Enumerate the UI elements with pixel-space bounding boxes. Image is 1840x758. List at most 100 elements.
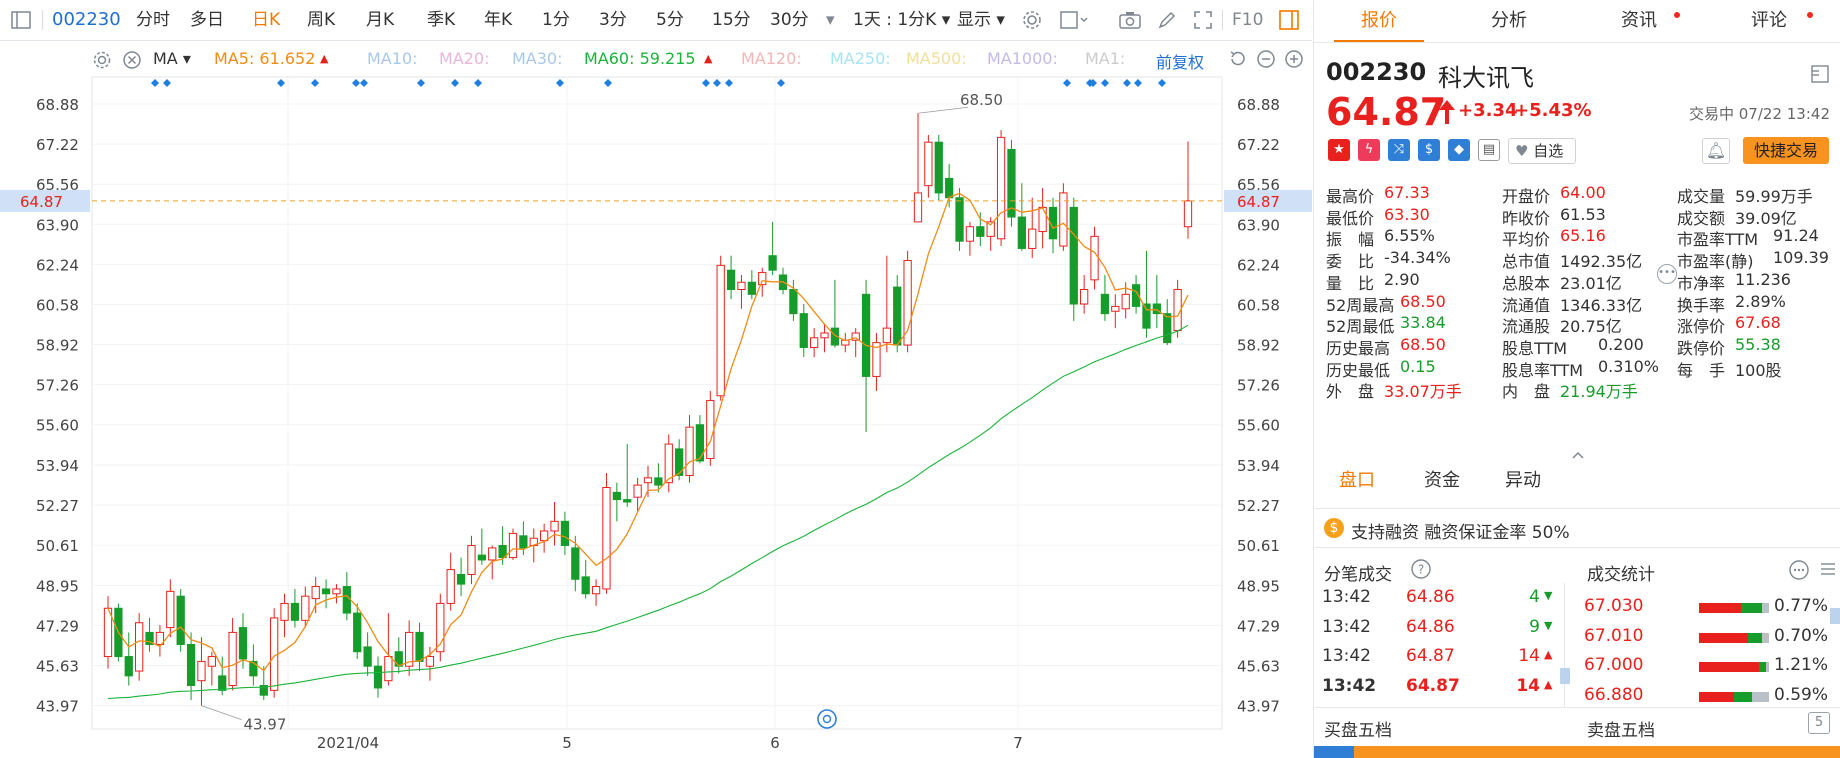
- fullscreen-icon[interactable]: [1192, 9, 1214, 31]
- candle-body: [581, 576, 590, 595]
- volstat-title: 成交统计: [1587, 565, 1655, 585]
- event-marker-icon[interactable]: [474, 79, 482, 87]
- quick-trade-button[interactable]: 快捷交易: [1743, 137, 1829, 164]
- tab-analysis[interactable]: 分析: [1444, 0, 1574, 42]
- event-marker-icon[interactable]: [360, 79, 368, 87]
- period-tab[interactable]: 季K: [427, 0, 455, 40]
- volstat-neutral-bar: [1751, 691, 1769, 702]
- stat-value: 20.75亿: [1560, 317, 1622, 337]
- stat-label: 振 幅: [1326, 230, 1375, 250]
- y-tick-label-right: 45.63: [1237, 657, 1280, 675]
- sidebar-toggle-icon[interactable]: [10, 9, 32, 31]
- event-marker-icon[interactable]: [604, 79, 612, 87]
- subtab-anomaly[interactable]: 异动: [1505, 466, 1541, 492]
- period-tab[interactable]: 30分: [770, 0, 809, 40]
- event-marker-icon[interactable]: [311, 79, 319, 87]
- five-levels-toggle-icon[interactable]: 5: [1808, 712, 1830, 734]
- event-marker-icon[interactable]: [777, 79, 785, 87]
- svg-text:?: ?: [1418, 563, 1424, 577]
- lightning-icon[interactable]: ϟ: [1358, 139, 1380, 161]
- candle-body: [996, 136, 1006, 240]
- x-tick-label: 2021/04: [317, 734, 379, 752]
- volstat-scrollbar[interactable]: [1830, 608, 1840, 624]
- stat-label: 52周最高: [1326, 295, 1395, 315]
- event-marker-icon[interactable]: [277, 79, 285, 87]
- event-marker-icon[interactable]: [163, 79, 171, 87]
- candle-body: [1142, 303, 1151, 329]
- x-tick-label: 5: [562, 734, 572, 752]
- candle-body: [820, 332, 829, 339]
- draw-pen-icon[interactable]: [1156, 9, 1178, 31]
- subtab-capital[interactable]: 资金: [1424, 466, 1460, 492]
- shuffle-icon[interactable]: ⤨: [1388, 139, 1410, 161]
- alert-bell-icon[interactable]: 🔔︎: [1702, 138, 1730, 164]
- tag-icon[interactable]: ◆: [1448, 139, 1470, 161]
- stat-label: 52周最低: [1326, 317, 1395, 337]
- tab-comments[interactable]: 评论: [1704, 0, 1834, 42]
- event-marker-icon[interactable]: [702, 79, 710, 87]
- event-marker-icon[interactable]: [352, 79, 360, 87]
- f10-button[interactable]: F10: [1232, 0, 1263, 40]
- y-tick-label-left: 52.27: [36, 497, 79, 515]
- tab-quote[interactable]: 报价: [1314, 0, 1444, 42]
- event-marker-icon[interactable]: [1063, 79, 1071, 87]
- y-tick-label-right: 55.60: [1237, 417, 1280, 435]
- tick-price: 64.87: [1406, 675, 1460, 696]
- tick-down-arrow-icon: ▼: [1544, 618, 1553, 632]
- period-tab[interactable]: 1分: [542, 0, 570, 40]
- ma5-line: [107, 192, 1189, 672]
- volstat-pct: 0.70%: [1774, 625, 1829, 646]
- stat-value: 6.55%: [1384, 226, 1435, 246]
- period-tab[interactable]: 日K: [252, 0, 280, 40]
- dollar-icon[interactable]: $: [1418, 139, 1440, 161]
- settings-gear-icon[interactable]: [1021, 9, 1043, 31]
- event-marker-icon[interactable]: [1101, 79, 1109, 87]
- panel-toggle-icon[interactable]: [1278, 9, 1300, 31]
- stock-code-label[interactable]: 002230: [52, 0, 121, 40]
- subtab-orderbook[interactable]: 盘口: [1339, 466, 1375, 492]
- candle-body: [903, 260, 912, 346]
- event-marker-icon[interactable]: [713, 79, 721, 87]
- kline-chart[interactable]: 68.88 68.8867.22 67.2265.56 65.5663.90 63.90…: [0, 41, 1312, 758]
- tab-news[interactable]: 资讯: [1574, 0, 1704, 42]
- ticks-scrollbar[interactable]: [1560, 668, 1570, 684]
- volstat-sell-bar: [1748, 632, 1762, 643]
- more-options-icon[interactable]: [1788, 559, 1810, 585]
- period-tab[interactable]: 周K: [307, 0, 335, 40]
- interval-select[interactable]: 1天 : 1分K ▾: [853, 0, 950, 40]
- notebook-icon[interactable]: ▤: [1478, 139, 1500, 161]
- period-tab[interactable]: 月K: [366, 0, 394, 40]
- event-marker-icon[interactable]: [451, 79, 459, 87]
- stat-label: 内 盘: [1502, 382, 1551, 402]
- event-marker-icon[interactable]: [1123, 79, 1131, 87]
- event-marker-icon[interactable]: [725, 79, 733, 87]
- help-question-icon[interactable]: ?: [1410, 558, 1432, 584]
- list-settings-icon[interactable]: [1818, 559, 1838, 583]
- at-marker-icon[interactable]: [817, 709, 837, 729]
- candle-body: [311, 586, 320, 600]
- market-cap-more-icon[interactable]: •••: [1657, 264, 1677, 284]
- period-more-chevron-icon[interactable]: ▾: [826, 0, 835, 40]
- add-watchlist-button[interactable]: ♥ 自选: [1508, 138, 1576, 164]
- period-tab[interactable]: 分时: [136, 0, 170, 40]
- event-marker-icon[interactable]: [556, 79, 564, 87]
- y-tick-label-left: 53.94: [36, 457, 79, 475]
- candle-body: [394, 651, 403, 667]
- candle-body: [789, 289, 798, 315]
- period-tab[interactable]: 3分: [599, 0, 627, 40]
- y-tick-label-left: 57.26: [36, 377, 79, 395]
- period-tab[interactable]: 15分: [712, 0, 751, 40]
- display-select[interactable]: 显示 ▾: [957, 0, 1005, 40]
- event-marker-icon[interactable]: [1134, 79, 1142, 87]
- period-tab[interactable]: 5分: [656, 0, 684, 40]
- event-marker-icon[interactable]: [417, 79, 425, 87]
- event-marker-icon[interactable]: [1158, 79, 1166, 87]
- y-tick-label-left: 48.95: [36, 577, 79, 595]
- camera-icon[interactable]: [1118, 9, 1141, 31]
- period-tab[interactable]: 多日: [190, 0, 224, 40]
- detail-panel-icon[interactable]: [1810, 64, 1830, 88]
- volstat-price: 67.010: [1584, 625, 1644, 646]
- layout-box-icon[interactable]: [1059, 9, 1088, 31]
- period-tab[interactable]: 年K: [484, 0, 512, 40]
- event-marker-icon[interactable]: [151, 79, 159, 87]
